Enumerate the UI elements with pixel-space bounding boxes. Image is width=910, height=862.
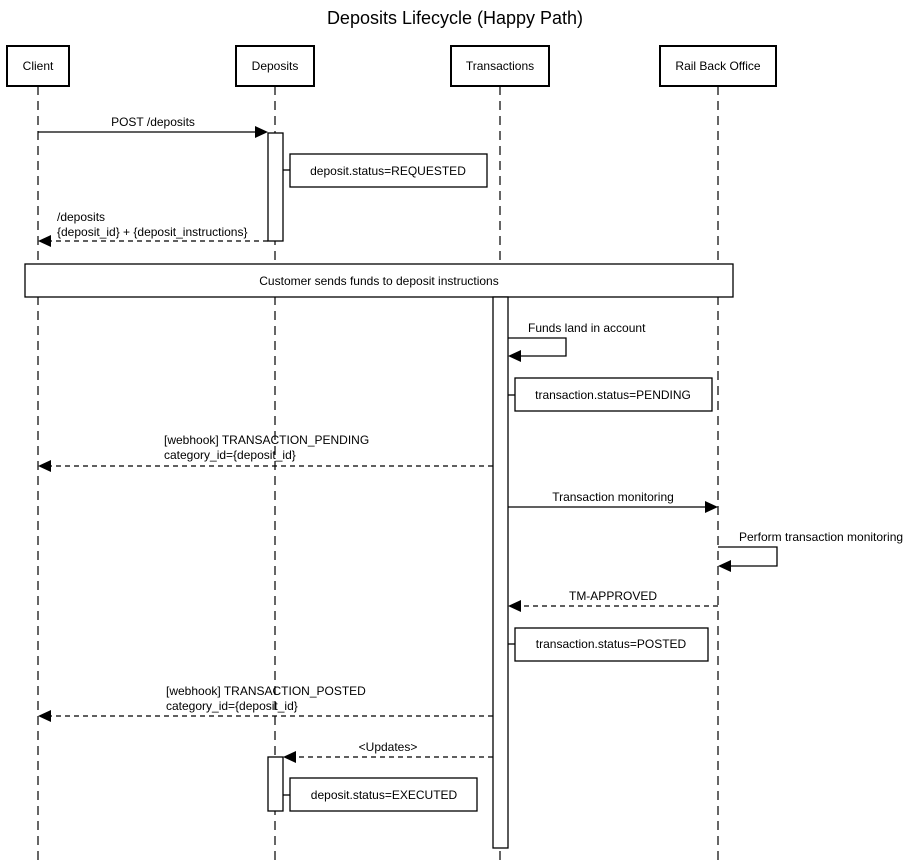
arrowhead-icon: [38, 460, 51, 472]
note-transaction-posted: transaction.status=POSTED: [508, 627, 709, 662]
participant-deposits[interactable]: Deposits: [235, 45, 315, 87]
message-label: Perform transaction monitoring: [739, 530, 903, 544]
note-text: deposit.status=EXECUTED: [311, 788, 458, 802]
note-deposit-executed: deposit.status=EXECUTED: [283, 777, 478, 812]
message-transaction-monitoring[interactable]: Transaction monitoring: [508, 490, 718, 513]
message-deposit-response[interactable]: /deposits {deposit_id} + {deposit_instru…: [38, 210, 268, 247]
divider-text: Customer sends funds to deposit instruct…: [259, 274, 498, 288]
arrowhead-icon: [38, 235, 51, 247]
participant-label: Deposits: [252, 59, 299, 73]
message-perform-tm[interactable]: Perform transaction monitoring: [718, 530, 903, 572]
message-label: Transaction monitoring: [552, 490, 674, 504]
note-text: deposit.status=REQUESTED: [310, 164, 466, 178]
message-label: category_id={deposit_id}: [166, 699, 298, 713]
message-label: <Updates>: [359, 740, 418, 754]
participant-label: Client: [23, 59, 54, 73]
arrowhead-icon: [255, 126, 268, 138]
message-webhook-posted[interactable]: [webhook] TRANSACTION_POSTED category_id…: [38, 684, 493, 722]
message-label: TM-APPROVED: [569, 589, 657, 603]
sequence-diagram: Deposits Lifecycle (Happy Path) Client D…: [6, 8, 903, 862]
note-deposit-requested: deposit.status=REQUESTED: [283, 153, 488, 188]
message-label: [webhook] TRANSACTION_PENDING: [164, 433, 369, 447]
message-tm-approved[interactable]: TM-APPROVED: [508, 589, 718, 612]
participant-transactions[interactable]: Transactions: [450, 45, 550, 87]
message-post-deposits[interactable]: POST /deposits: [38, 115, 268, 138]
message-webhook-pending[interactable]: [webhook] TRANSACTION_PENDING category_i…: [38, 433, 493, 472]
message-label: Funds land in account: [528, 321, 646, 335]
arrowhead-icon: [38, 710, 51, 722]
message-label: POST /deposits: [111, 115, 195, 129]
diagram-title: Deposits Lifecycle (Happy Path): [327, 8, 583, 28]
arrowhead-icon: [283, 751, 296, 763]
message-label: {deposit_id} + {deposit_instructions}: [57, 225, 247, 239]
arrowhead-icon: [718, 560, 731, 572]
message-label: /deposits: [57, 210, 105, 224]
message-updates[interactable]: <Updates>: [283, 740, 493, 763]
arrowhead-icon: [508, 350, 521, 362]
activation-deposits-1: [267, 132, 284, 242]
note-text: transaction.status=PENDING: [535, 388, 691, 402]
arrowhead-icon: [705, 501, 718, 513]
participant-client[interactable]: Client: [6, 45, 70, 87]
message-funds-land[interactable]: Funds land in account: [508, 321, 646, 362]
divider-customer-sends-funds: Customer sends funds to deposit instruct…: [24, 263, 734, 298]
participant-label: Transactions: [466, 59, 534, 73]
note-text: transaction.status=POSTED: [536, 637, 687, 651]
note-transaction-pending: transaction.status=PENDING: [508, 377, 713, 412]
activation-transactions: [492, 296, 509, 849]
message-label: [webhook] TRANSACTION_POSTED: [166, 684, 366, 698]
message-label: category_id={deposit_id}: [164, 448, 296, 462]
participant-label: Rail Back Office: [675, 59, 760, 73]
activation-deposits-2: [267, 756, 284, 812]
arrowhead-icon: [508, 600, 521, 612]
participant-rail-back-office[interactable]: Rail Back Office: [659, 45, 777, 87]
